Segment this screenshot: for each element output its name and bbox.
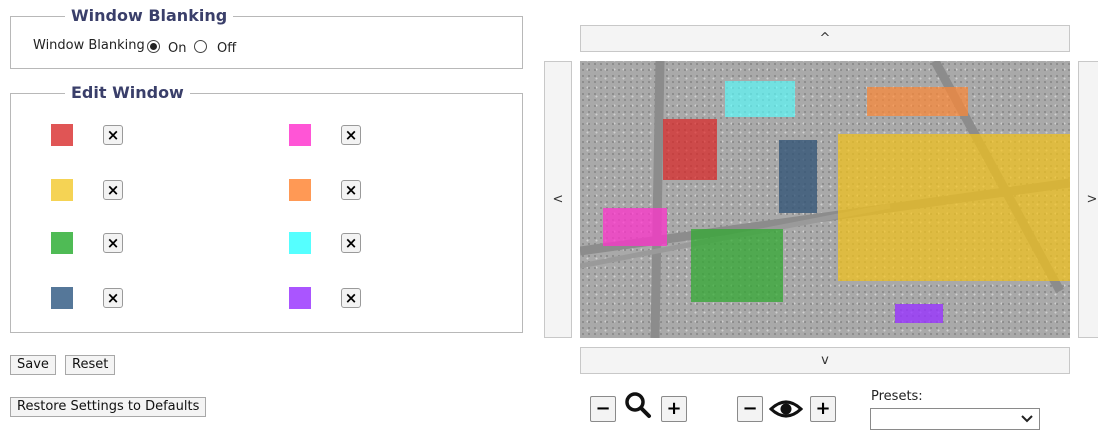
blanking-window-purple[interactable]: [895, 304, 943, 323]
camera-preview[interactable]: [580, 61, 1070, 338]
reset-button[interactable]: Reset: [65, 355, 116, 375]
window-7-delete-button[interactable]: ×: [103, 288, 123, 308]
restore-defaults-button[interactable]: Restore Settings to Defaults: [10, 397, 207, 417]
pan-down-button[interactable]: v: [580, 347, 1070, 374]
zoom-in-button[interactable]: +: [661, 396, 687, 422]
chevron-down-icon: [1021, 415, 1033, 423]
pan-right-button[interactable]: >: [1078, 61, 1098, 338]
blanking-window-red[interactable]: [663, 119, 717, 180]
window-4-color-swatch[interactable]: [289, 179, 311, 201]
window-1-delete-button[interactable]: ×: [103, 125, 123, 145]
blanking-window-yellow[interactable]: [838, 134, 1070, 281]
window-6-color-swatch[interactable]: [289, 232, 311, 254]
focus-decrease-button[interactable]: −: [737, 396, 763, 422]
presets-label: Presets:: [871, 389, 923, 404]
blanking-window-magenta[interactable]: [603, 208, 667, 246]
pan-up-button[interactable]: ^: [580, 25, 1070, 52]
window-8-delete-button[interactable]: ×: [341, 288, 361, 308]
window-blanking-group: Window Blanking Window Blanking On Off: [10, 6, 523, 69]
window-7-color-swatch[interactable]: [51, 287, 73, 309]
pan-left-button[interactable]: <: [544, 61, 572, 338]
blanking-window-cyan[interactable]: [725, 81, 795, 117]
window-blanking-on-radio[interactable]: [147, 40, 160, 53]
presets-select[interactable]: [870, 408, 1040, 430]
eye-icon: [769, 400, 803, 418]
window-2-delete-button[interactable]: ×: [341, 125, 361, 145]
search-icon: [625, 392, 651, 418]
window-3-color-swatch[interactable]: [51, 179, 73, 201]
window-blanking-off-label[interactable]: Off: [217, 41, 236, 56]
focus-increase-button[interactable]: +: [810, 396, 836, 422]
window-blanking-off-radio[interactable]: [194, 40, 207, 53]
edit-window-group: Edit Window × × × × × × × ×: [10, 83, 523, 333]
save-button[interactable]: Save: [10, 355, 56, 375]
window-8-color-swatch[interactable]: [289, 287, 311, 309]
blanking-window-green[interactable]: [691, 229, 783, 302]
window-4-delete-button[interactable]: ×: [341, 180, 361, 200]
window-1-color-swatch[interactable]: [51, 124, 73, 146]
blanking-window-orange[interactable]: [867, 87, 968, 116]
window-blanking-on-label[interactable]: On: [168, 41, 186, 56]
window-blanking-legend: Window Blanking: [65, 6, 234, 25]
window-blanking-label: Window Blanking: [33, 38, 145, 53]
edit-window-legend: Edit Window: [65, 83, 190, 102]
window-5-color-swatch[interactable]: [51, 232, 73, 254]
window-3-delete-button[interactable]: ×: [103, 180, 123, 200]
zoom-out-button[interactable]: −: [590, 396, 616, 422]
window-6-delete-button[interactable]: ×: [341, 233, 361, 253]
window-5-delete-button[interactable]: ×: [103, 233, 123, 253]
blanking-window-slate[interactable]: [779, 140, 817, 213]
window-2-color-swatch[interactable]: [289, 124, 311, 146]
